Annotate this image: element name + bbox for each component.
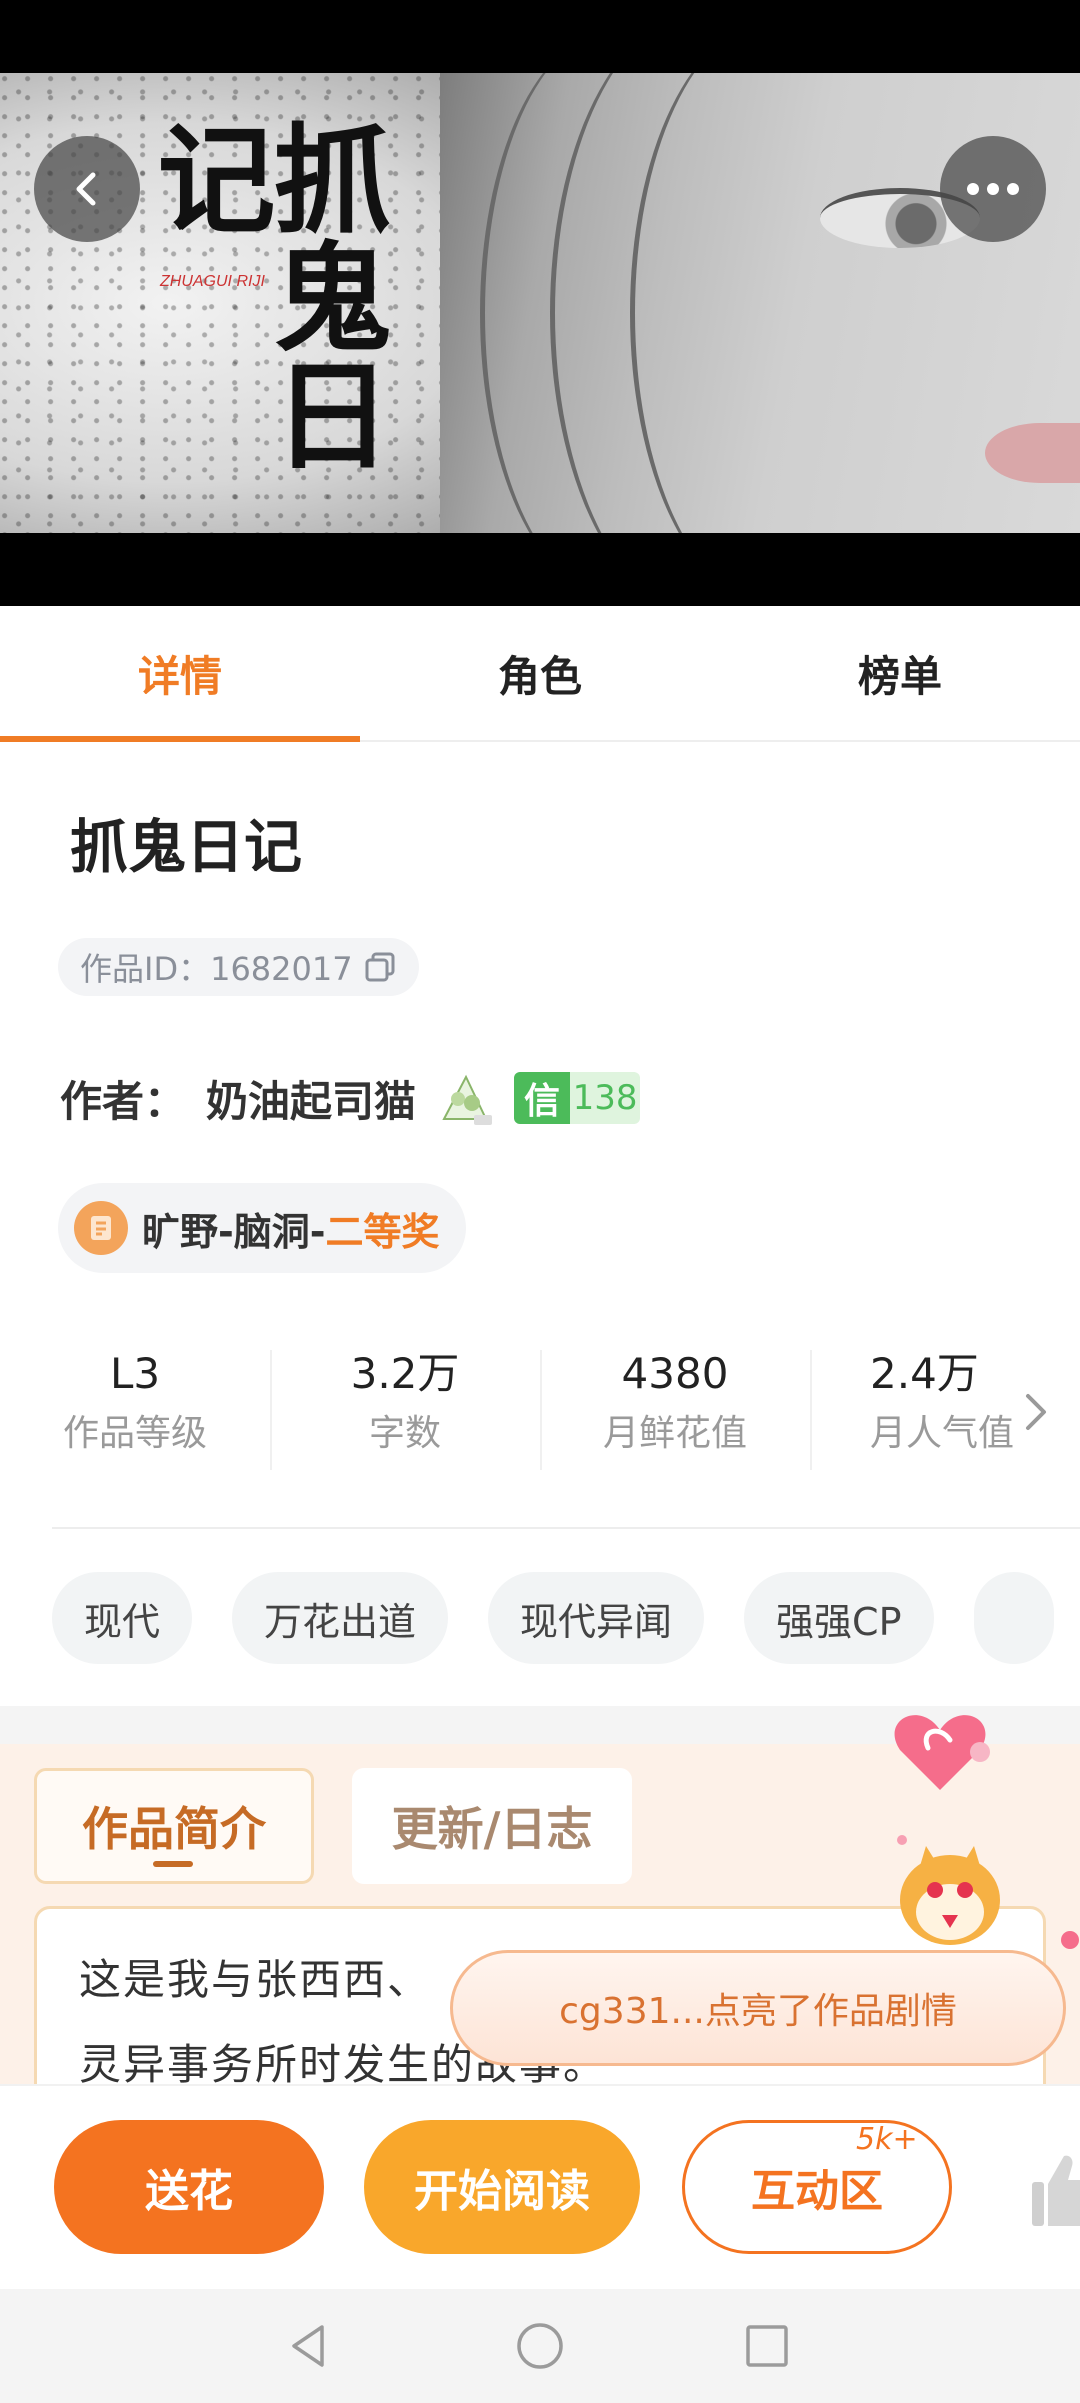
stat-value: 2.4万 [870,1349,979,1398]
work-title: 抓鬼日记 [70,813,303,881]
tag-chip[interactable]: 强强CP [744,1572,934,1664]
banner-hair-stroke [630,73,910,533]
tab-characters[interactable]: 角色 [360,606,720,740]
work-id-chip[interactable]: 作品ID：1682017 [58,938,419,996]
stat-value: 3.2万 [350,1349,460,1398]
author-badge-icon [442,1074,493,1125]
back-button[interactable] [34,136,140,242]
award-rank: 二等奖 [325,1209,440,1254]
author-name[interactable]: 奶油起司猫 [206,1068,416,1129]
bottom-action-bar: 送花 开始阅读 互动区 5k+ [0,2084,1080,2289]
like-icon[interactable] [1030,2146,1080,2236]
award-icon [74,1201,128,1255]
banner-title: 抓鬼日记 [137,118,392,472]
banner-subtitle: ZHUAGUI RIJI [160,273,265,290]
send-flower-button[interactable]: 送花 [54,2120,324,2254]
banner-bottom-bar [0,533,1080,606]
detail-tabs: 详情 角色 榜单 [0,606,1080,742]
mascot-sticker[interactable] [880,1690,1080,1950]
chevron-right-icon[interactable] [1016,1382,1056,1442]
stats-row: L3 作品等级 3.2万 字数 4380 月鲜花值 2.4万 月人气值 [0,1340,1080,1480]
stat-label: 月人气值 [870,1413,1015,1454]
stat-label: 字数 [368,1413,441,1454]
interaction-count-badge: 5k+ [856,2122,918,2157]
credit-score[interactable]: 信 138 [514,1072,641,1124]
credit-value: 138 [570,1072,641,1124]
tag-chip-overflow[interactable] [973,1572,1054,1664]
divider [52,1527,1080,1529]
tab-rankings[interactable]: 榜单 [720,606,1080,740]
tab-synopsis[interactable]: 作品简介 [34,1768,314,1884]
more-button[interactable] [940,136,1046,242]
copy-icon [365,952,395,982]
author-label: 作者： [60,1076,187,1126]
stat-value: L3 [109,1349,161,1398]
stat-monthly-popularity[interactable]: 2.4万 月人气值 [810,1340,1020,1480]
nav-home-icon[interactable] [513,2319,567,2373]
cover-banner: 抓鬼日记 ZHUAGUI RIJI [0,73,1080,533]
award-category: 旷野-脑洞- [142,1209,326,1254]
start-reading-button[interactable]: 开始阅读 [364,2120,640,2254]
tag-chip[interactable]: 万花出道 [232,1572,449,1664]
system-nav-bar [0,2289,1080,2403]
work-id-text: 作品ID：1682017 [80,950,353,988]
stat-label: 作品等级 [62,1413,207,1454]
tag-chip[interactable]: 现代异闻 [488,1572,705,1664]
stat-monthly-flowers[interactable]: 4380 月鲜花值 [540,1340,810,1480]
stat-level[interactable]: L3 作品等级 [0,1340,270,1480]
tag-list: 现代 万花出道 现代异闻 强强CP [52,1572,1054,1664]
author-row: 作者： 奶油起司猫 信 138 [60,1065,641,1131]
stat-label: 月鲜花值 [602,1413,747,1454]
tab-update-log[interactable]: 更新/日志 [352,1768,632,1884]
more-icon [967,183,1019,195]
status-bar [0,0,1080,73]
stat-value: 4380 [621,1349,729,1398]
nav-recents-icon[interactable] [740,2319,794,2373]
tag-chip[interactable]: 现代 [52,1572,193,1664]
nav-back-icon[interactable] [282,2319,336,2373]
activity-toast[interactable]: cg331...点亮了作品剧情 [450,1950,1066,2066]
award-chip[interactable]: 旷野-脑洞- 二等奖 [58,1183,466,1273]
credit-icon: 信 [514,1072,571,1124]
back-icon [76,172,96,206]
tab-details[interactable]: 详情 [0,606,360,742]
stat-word-count[interactable]: 3.2万 字数 [270,1340,540,1480]
